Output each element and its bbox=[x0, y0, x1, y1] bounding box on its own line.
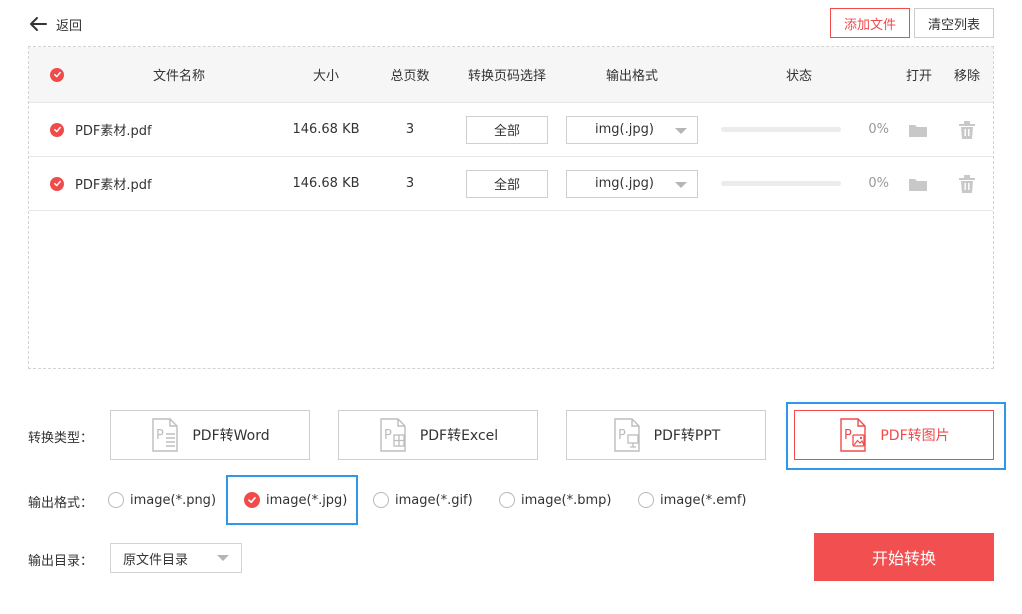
col-open: 打开 bbox=[905, 69, 932, 84]
remove-button[interactable] bbox=[955, 103, 979, 156]
radio-off-icon bbox=[373, 492, 389, 508]
check-circle-icon bbox=[244, 492, 260, 508]
row-checkbox[interactable] bbox=[43, 157, 71, 210]
col-size: 大小 bbox=[312, 69, 339, 84]
convert-pdf-word-button[interactable]: P PDF转Word bbox=[110, 410, 310, 460]
convert-type-label-excel: PDF转Excel bbox=[419, 428, 499, 444]
svg-text:P: P bbox=[844, 428, 852, 443]
format-option-label: image(*.jpg) bbox=[266, 492, 348, 508]
format-select[interactable]: img(.jpg) bbox=[566, 157, 698, 210]
page-count: 3 bbox=[405, 176, 415, 191]
radio-off-icon bbox=[108, 492, 124, 508]
format-option-emf[interactable]: image(*.emf) bbox=[638, 488, 747, 512]
convert-type-label-word: PDF转Word bbox=[192, 428, 270, 444]
trash-icon bbox=[959, 174, 975, 193]
trash-icon bbox=[959, 120, 975, 139]
table-row: PDF素材.pdf 146.68 KB 3 全部 img(.jpg) 0% bbox=[29, 157, 993, 211]
convert-type-label-image: PDF转图片 bbox=[880, 428, 950, 444]
folder-icon bbox=[909, 178, 927, 191]
convert-type-label-ppt: PDF转PPT bbox=[653, 428, 721, 444]
convert-pdf-ppt-button[interactable]: P PDF转PPT bbox=[566, 410, 766, 460]
output-format-label: 输出格式： bbox=[28, 496, 94, 511]
file-name: PDF素材.pdf bbox=[75, 124, 152, 139]
folder-icon bbox=[909, 124, 927, 137]
clear-list-button[interactable]: 清空列表 bbox=[914, 8, 994, 38]
pdf-ppt-icon: P bbox=[613, 418, 640, 452]
file-size: 146.68 KB bbox=[292, 122, 360, 137]
format-option-label: image(*.png) bbox=[130, 492, 217, 508]
open-folder-button[interactable] bbox=[905, 103, 931, 156]
back-button[interactable]: 返回 bbox=[28, 13, 82, 35]
format-value: img(.jpg) bbox=[595, 176, 654, 191]
convert-pdf-image-button[interactable]: P PDF转图片 bbox=[794, 410, 994, 460]
row-checkbox[interactable] bbox=[43, 103, 71, 156]
col-page-range: 转换页码选择 bbox=[467, 69, 546, 84]
output-dir-label: 输出目录： bbox=[28, 554, 94, 569]
format-option-jpg[interactable]: image(*.jpg) bbox=[244, 488, 347, 512]
output-dir-value: 原文件目录 bbox=[123, 552, 189, 568]
status-text: 0% bbox=[868, 176, 889, 191]
back-label: 返回 bbox=[56, 18, 83, 34]
format-select[interactable]: img(.jpg) bbox=[566, 103, 698, 156]
page-range-value: 全部 bbox=[466, 169, 548, 198]
chevron-down-icon bbox=[675, 181, 687, 188]
chevron-down-icon bbox=[675, 127, 687, 134]
pdf-excel-icon: P bbox=[380, 418, 406, 452]
format-option-bmp[interactable]: image(*.bmp) bbox=[499, 488, 611, 512]
col-remove: 移除 bbox=[953, 69, 980, 84]
file-name: PDF素材.pdf bbox=[75, 178, 152, 193]
table-header: 文件名称 大小 总页数 转换页码选择 输出格式 状态 打开 移除 bbox=[29, 47, 993, 103]
page-range-button[interactable]: 全部 bbox=[466, 103, 548, 156]
radio-off-icon bbox=[638, 492, 654, 508]
format-option-png[interactable]: image(*.png) bbox=[108, 488, 216, 512]
output-dir-select[interactable]: 原文件目录 bbox=[110, 543, 242, 573]
col-output-format: 输出格式 bbox=[605, 69, 658, 84]
progress-bar bbox=[719, 103, 843, 156]
col-pages: 总页数 bbox=[390, 69, 430, 84]
svg-text:P: P bbox=[618, 428, 626, 443]
page-count: 3 bbox=[405, 122, 415, 137]
check-circle-icon bbox=[50, 176, 64, 191]
page-range-button[interactable]: 全部 bbox=[466, 157, 548, 210]
svg-text:P: P bbox=[156, 428, 164, 443]
radio-off-icon bbox=[499, 492, 515, 508]
progress-bar bbox=[719, 157, 843, 210]
check-circle-icon bbox=[50, 67, 64, 82]
convert-type-label: 转换类型： bbox=[28, 431, 94, 446]
pdf-image-icon: P bbox=[840, 418, 867, 452]
select-all-checkbox[interactable] bbox=[43, 47, 71, 102]
col-status: 状态 bbox=[785, 69, 812, 84]
table-row: PDF素材.pdf 146.68 KB 3 全部 img(.jpg) 0% bbox=[29, 103, 993, 157]
open-folder-button[interactable] bbox=[905, 157, 931, 210]
add-file-button[interactable]: 添加文件 bbox=[830, 8, 910, 38]
format-option-label: image(*.emf) bbox=[660, 492, 747, 508]
format-option-label: image(*.gif) bbox=[395, 492, 473, 508]
arrow-left-icon bbox=[30, 17, 47, 31]
chevron-down-icon bbox=[217, 555, 229, 561]
remove-button[interactable] bbox=[955, 157, 979, 210]
status-text: 0% bbox=[868, 122, 889, 137]
file-table: 文件名称 大小 总页数 转换页码选择 输出格式 状态 打开 移除 PDF素材.p… bbox=[28, 46, 994, 369]
format-value: img(.jpg) bbox=[595, 122, 654, 137]
svg-text:P: P bbox=[384, 428, 392, 443]
pdf-word-icon: P bbox=[152, 418, 179, 452]
format-option-label: image(*.bmp) bbox=[521, 492, 612, 508]
page-range-value: 全部 bbox=[466, 115, 548, 144]
format-option-gif[interactable]: image(*.gif) bbox=[373, 488, 473, 512]
file-size: 146.68 KB bbox=[292, 176, 360, 191]
start-convert-button[interactable]: 开始转换 bbox=[814, 533, 994, 581]
check-circle-icon bbox=[50, 122, 64, 137]
convert-pdf-excel-button[interactable]: P PDF转Excel bbox=[338, 410, 538, 460]
col-file-name: 文件名称 bbox=[152, 69, 205, 84]
